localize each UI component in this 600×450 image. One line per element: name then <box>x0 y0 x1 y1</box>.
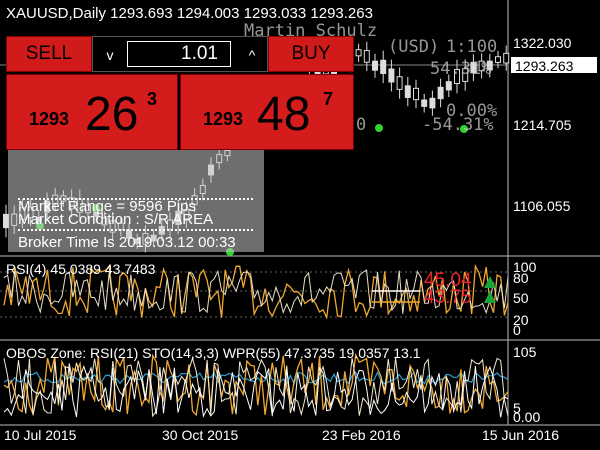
green-arrow-up-icon <box>484 291 496 303</box>
date-label-3: 23 Feb 2016 <box>322 427 401 443</box>
candle-body <box>503 52 510 64</box>
rsi-level-50: 50 <box>513 290 529 306</box>
price-label-top: 1322.030 <box>513 35 572 51</box>
buy-button[interactable]: BUY <box>268 36 354 72</box>
rsi-pane-label: RSI(4) 45.0389 43.7483 <box>6 261 156 277</box>
rsi-level-80: 80 <box>513 270 529 286</box>
green-dot-icon <box>375 124 383 132</box>
candle-body <box>421 99 428 107</box>
candle-body <box>429 97 436 109</box>
candle-body <box>380 59 387 74</box>
watermark-pct3: -54.31% <box>422 115 494 135</box>
bid-quote[interactable]: 1293 26 3 <box>6 74 178 150</box>
ask-quote[interactable]: 1293 48 7 <box>180 74 354 150</box>
candle-body <box>363 50 370 63</box>
sell-button[interactable]: SELL <box>6 36 92 72</box>
rsi-level-0: 0 <box>513 322 521 338</box>
price-label-low: 1106.055 <box>513 198 571 214</box>
lot-size-input[interactable]: 1.01 <box>127 41 231 67</box>
price-label-mid: 1214.705 <box>513 117 572 133</box>
info-divider <box>18 229 253 231</box>
ask-prefix: 1293 <box>203 109 244 129</box>
candle-body <box>445 81 452 91</box>
rsi-value-2: 43.75 <box>424 287 472 308</box>
watermark-pct1: 54.31% <box>430 59 492 79</box>
obos-level-105: 105 <box>513 344 537 360</box>
watermark-ratio: 1:100 <box>446 37 498 57</box>
chevron-up-icon[interactable]: ^ <box>239 43 265 67</box>
bid-fraction: 3 <box>147 89 158 109</box>
account-currency: Account Currency USD <box>18 250 173 252</box>
candle-body <box>388 68 395 83</box>
date-label-2: 30 Oct 2015 <box>162 427 239 443</box>
date-label-1: 10 Jul 2015 <box>4 427 77 443</box>
candle-body <box>355 49 362 57</box>
obos-level-0: 0.00 <box>513 409 541 425</box>
candle-body <box>404 85 411 98</box>
date-label-4: 15 Jun 2016 <box>482 427 560 443</box>
ask-fraction: 7 <box>323 89 334 109</box>
watermark-currency: (USD) <box>388 37 440 57</box>
bid-prefix: 1293 <box>29 109 70 129</box>
market-condition: Market Condition : S/R AREA <box>18 211 214 228</box>
current-price-tag: 1293.263 <box>510 56 598 74</box>
candle-body <box>495 56 501 63</box>
info-box: Market Range = 9596 Pips Market Conditio… <box>8 150 264 252</box>
candle-body <box>413 87 419 101</box>
broker-time: Broker Time Is 2019.03.12 00:33 <box>18 234 236 251</box>
watermark-zero: 0 <box>356 115 367 135</box>
bid-pips: 26 <box>85 88 139 141</box>
chevron-down-icon[interactable]: v <box>97 43 123 67</box>
candle-body <box>372 60 378 71</box>
lot-size-control: v 1.01 ^ <box>92 36 268 72</box>
ask-pips: 48 <box>257 88 311 141</box>
obos-pane-label: OBOS Zone: RSI(21) STO(14,3,3) WPR(55) 4… <box>6 345 421 361</box>
candle-body <box>437 86 444 100</box>
symbol-header: XAUUSD,Daily 1293.693 1294.003 1293.033 … <box>6 5 373 22</box>
candle-body <box>396 76 403 90</box>
green-arrow-up-icon <box>484 276 496 288</box>
symbol-line: XAUUSD,Daily 1293.693 1294.003 1293.033 … <box>6 5 373 22</box>
